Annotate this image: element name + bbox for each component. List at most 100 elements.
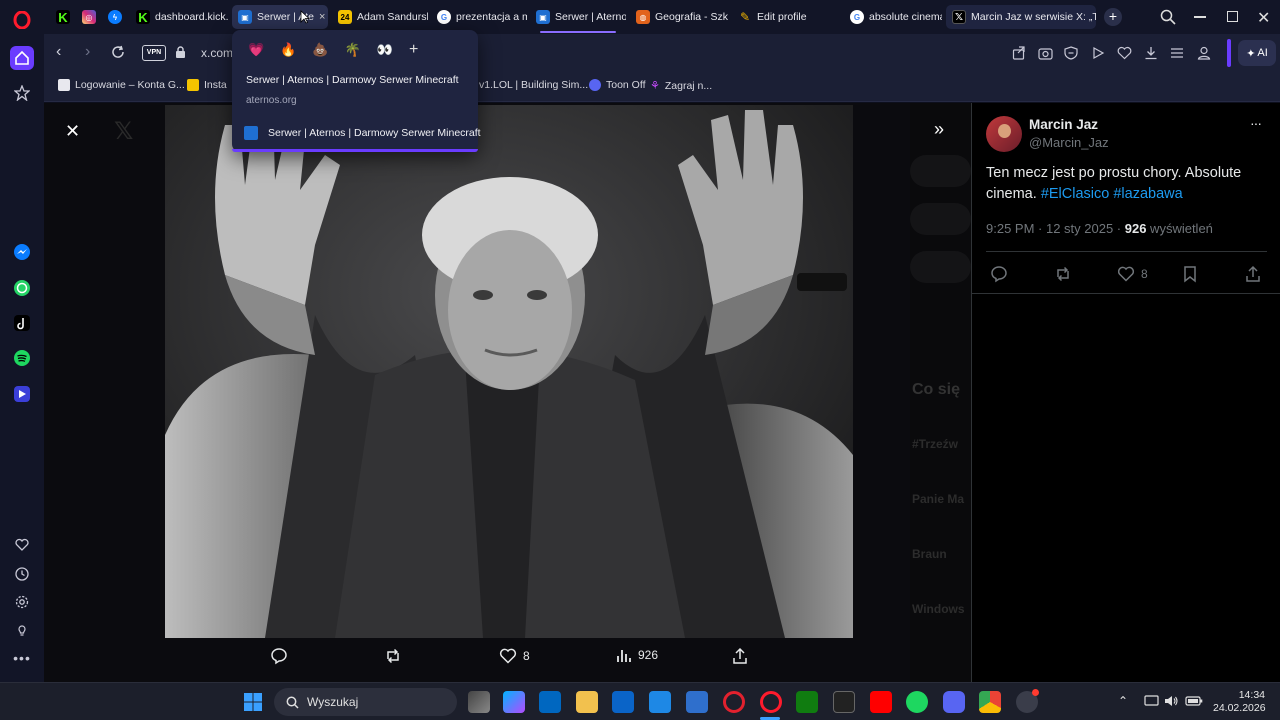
spotify-icon[interactable]	[906, 691, 928, 713]
like-button[interactable]: 8	[499, 647, 530, 665]
emoji-fire[interactable]: 🔥	[280, 42, 296, 58]
tiktok-icon[interactable]	[10, 311, 34, 335]
tab-messenger[interactable]: ϟ	[102, 5, 126, 29]
player-icon[interactable]	[10, 382, 34, 406]
vpn-badge[interactable]: VPN	[142, 45, 166, 61]
tweet-timestamp[interactable]: 9:25 PM · 12 sty 2025 ·	[986, 221, 1125, 236]
bookmark-item[interactable]: Insta	[187, 79, 227, 91]
download-icon[interactable]	[1144, 46, 1158, 60]
youtube-icon[interactable]	[870, 691, 892, 713]
bookmark-item[interactable]: ⚘ Zagraj n...	[650, 79, 712, 93]
like-button[interactable]: 8	[1117, 265, 1148, 283]
whatsapp-icon[interactable]	[10, 276, 34, 300]
outlook-icon[interactable]	[612, 691, 634, 713]
discord-icon[interactable]	[943, 691, 965, 713]
clock[interactable]: 14:34 24.02.2026	[1213, 689, 1266, 715]
settings-icon[interactable]	[10, 590, 34, 614]
close-viewer-icon[interactable]: ✕	[65, 121, 80, 142]
file-explorer-icon[interactable]	[576, 691, 598, 713]
emoji-heart[interactable]: 💗	[248, 42, 264, 58]
tab-kick[interactable]: K	[50, 5, 74, 29]
handle[interactable]: @Marcin_Jaz	[1029, 135, 1109, 150]
tab-marcin-jaz[interactable]: 𝕏 Marcin Jaz w serwisie X: „Ter	[946, 5, 1096, 29]
store-icon[interactable]	[539, 691, 561, 713]
battery-icon[interactable]	[1185, 694, 1203, 708]
bookmark-item[interactable]: Logowanie – Konta G...	[58, 79, 185, 91]
search-tabs-icon[interactable]	[1160, 9, 1176, 25]
emoji-eyes[interactable]: 👀	[377, 42, 393, 58]
messenger-icon[interactable]	[10, 240, 34, 264]
photos-icon[interactable]	[649, 691, 671, 713]
easy-setup-icon[interactable]	[1170, 46, 1184, 60]
tab-instagram[interactable]: ◎	[76, 5, 100, 29]
tab-dashboard-kick[interactable]: K dashboard.kick.co	[130, 5, 228, 29]
favorites-heart-icon[interactable]	[1117, 46, 1132, 60]
home-icon[interactable]	[10, 46, 34, 70]
views-button[interactable]: 926	[616, 647, 658, 663]
taskbar-search[interactable]: Wyszukaj	[274, 688, 457, 716]
display-name[interactable]: Marcin Jaz	[1029, 117, 1098, 132]
minimize-icon[interactable]	[1194, 16, 1206, 18]
hashtag-link[interactable]: #lazabawa	[1113, 186, 1182, 202]
new-tab-icon[interactable]: +	[1104, 8, 1122, 26]
share-icon[interactable]	[1012, 46, 1026, 60]
pinboard-icon[interactable]	[10, 81, 34, 105]
lock-icon[interactable]	[175, 46, 186, 59]
chevron-up-icon[interactable]: ⌃	[1118, 694, 1128, 708]
reply-button[interactable]	[990, 265, 1008, 283]
history-icon[interactable]	[10, 562, 34, 586]
chrome-icon[interactable]	[979, 691, 1001, 713]
app-icon[interactable]	[686, 691, 708, 713]
maximize-icon[interactable]	[1227, 11, 1238, 22]
expand-panel-icon[interactable]: »	[934, 119, 944, 140]
bookmark-item[interactable]: Toon Off	[589, 79, 646, 91]
avatar[interactable]	[986, 116, 1022, 152]
reply-button[interactable]	[270, 647, 294, 665]
opera-logo-icon[interactable]	[10, 8, 34, 32]
back-icon[interactable]: ‹	[56, 44, 61, 60]
retweet-button[interactable]	[384, 647, 408, 665]
opera-icon[interactable]	[723, 691, 745, 713]
start-button-icon[interactable]	[243, 692, 263, 712]
emoji-poop[interactable]: 💩	[312, 42, 328, 58]
hashtag-link[interactable]: #ElClasico	[1041, 186, 1110, 202]
share-button[interactable]	[731, 647, 749, 665]
popup-tab-item[interactable]: Serwer | Aternos | Darmowy Serwer Minecr…	[244, 126, 481, 140]
tab-prezentacja[interactable]: G prezentacja a ma	[431, 5, 527, 29]
tab-geografia[interactable]: ◍ Geografia - Szkoł	[630, 5, 728, 29]
profile-icon[interactable]	[1197, 46, 1211, 60]
opera-gx-icon[interactable]	[760, 691, 782, 713]
tab-adam-sandurski[interactable]: 24 Adam Sandurski	[332, 5, 428, 29]
mouse-cursor-icon	[300, 10, 310, 24]
share-icon[interactable]	[1244, 265, 1262, 283]
retweet-button[interactable]	[1054, 265, 1072, 283]
bookmark-item[interactable]: v1.LOL | Building Sim...	[479, 79, 588, 91]
emoji-palm[interactable]: 🌴	[345, 42, 361, 58]
reload-icon[interactable]	[111, 45, 125, 59]
xbox-icon[interactable]	[796, 691, 818, 713]
aria-ai-button[interactable]: ✦ AI	[1238, 40, 1276, 66]
close-tab-icon[interactable]: ×	[319, 11, 325, 23]
tab-aternos-active[interactable]: ▣ Serwer | Ate ×	[232, 5, 328, 29]
copilot-icon[interactable]	[503, 691, 525, 713]
more-options-icon[interactable]: ···	[1250, 115, 1262, 131]
tab-absolute-cinema[interactable]: G absolute cinema	[844, 5, 942, 29]
heart-icon[interactable]	[10, 533, 34, 557]
epic-games-icon[interactable]	[833, 691, 855, 713]
task-view-icon[interactable]	[468, 691, 490, 713]
volume-icon[interactable]	[1164, 694, 1179, 708]
forward-icon[interactable]: ›	[85, 44, 90, 60]
tab-aternos[interactable]: ▣ Serwer | Aternos	[530, 5, 626, 29]
tweet-photo[interactable]	[165, 105, 853, 638]
add-emoji-icon[interactable]: +	[409, 42, 418, 58]
bookmark-icon[interactable]	[1182, 265, 1198, 283]
player-icon[interactable]	[1091, 46, 1105, 60]
snapshot-icon[interactable]	[1038, 46, 1053, 60]
tab-edit-profile[interactable]: ✎ Edit profile	[732, 5, 830, 29]
more-icon[interactable]: •••	[10, 646, 34, 670]
close-window-icon[interactable]: ✕	[1257, 8, 1270, 28]
spotify-icon[interactable]	[10, 346, 34, 370]
adblock-icon[interactable]	[1064, 46, 1078, 60]
network-icon[interactable]	[1144, 694, 1159, 708]
lightbulb-icon[interactable]	[10, 618, 34, 642]
